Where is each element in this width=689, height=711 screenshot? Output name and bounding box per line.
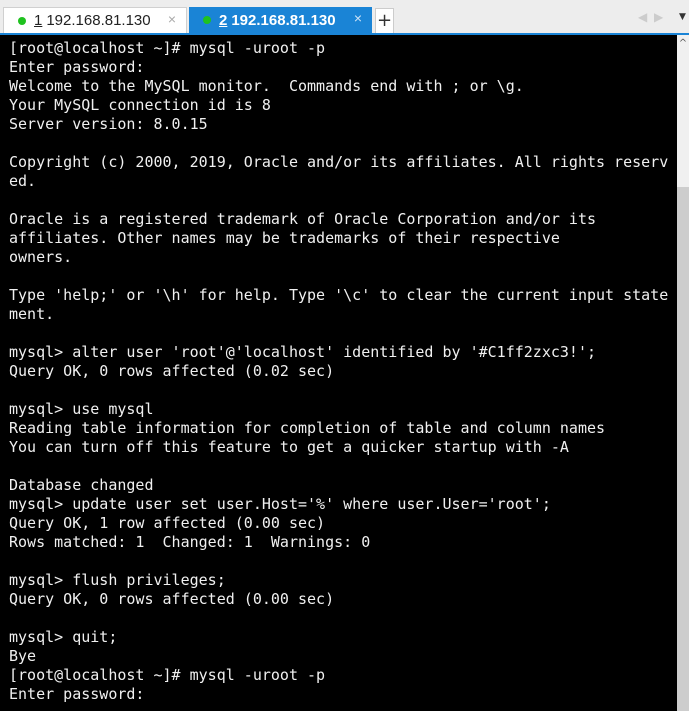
scroll-tabs-right-icon[interactable]: ▶ <box>654 10 663 24</box>
tab-session-1[interactable]: 1 192.168.81.130 × <box>3 7 187 33</box>
terminal-line: Server version: 8.0.15 <box>9 115 208 133</box>
tab-label: 192.168.81.130 <box>231 11 336 29</box>
connected-status-icon <box>203 16 211 24</box>
terminal-line: Copyright (c) 2000, 2019, Oracle and/or … <box>9 153 669 171</box>
terminal-line: owners. <box>9 248 73 266</box>
terminal-line: ment. <box>9 305 55 323</box>
scroll-up-icon[interactable]: ^ <box>677 38 689 49</box>
scrollbar-thumb[interactable] <box>677 187 689 711</box>
vertical-scrollbar[interactable]: ^ <box>677 35 689 711</box>
terminal-line: affiliates. Other names may be trademark… <box>9 229 560 247</box>
new-tab-button[interactable]: + <box>375 8 394 33</box>
tab-label: 192.168.81.130 <box>46 12 151 29</box>
terminal-line: Your MySQL connection id is 8 <box>9 96 271 114</box>
terminal-line: Type 'help;' or '\h' for help. Type '\c'… <box>9 286 669 304</box>
tab-session-2[interactable]: 2 192.168.81.130 × <box>189 7 372 33</box>
terminal-line: [root@localhost ~]# mysql -uroot -p <box>9 39 326 57</box>
terminal-line: Welcome to the MySQL monitor. Commands e… <box>9 77 524 95</box>
terminal-line: Database changed <box>9 476 154 494</box>
terminal-line: [root@localhost ~]# mysql -uroot -p <box>9 666 326 684</box>
terminal-line: Query OK, 0 rows affected (0.02 sec) <box>9 362 335 380</box>
terminal-line: Oracle is a registered trademark of Orac… <box>9 210 596 228</box>
terminal-line: mysql> quit; <box>9 628 118 646</box>
terminal[interactable]: [root@localhost ~]# mysql -uroot -p Enter… <box>0 35 677 711</box>
tab-bar: 1 192.168.81.130 × 2 192.168.81.130 × + … <box>0 0 689 33</box>
scroll-tabs-left-icon[interactable]: ◀ <box>638 10 647 24</box>
tab-number: 2 <box>219 11 228 29</box>
terminal-line: mysql> update user set user.Host='%' whe… <box>9 495 551 513</box>
terminal-line: Rows matched: 1 Changed: 1 Warnings: 0 <box>9 533 371 551</box>
close-icon[interactable]: × <box>354 10 362 26</box>
terminal-line: Enter password: <box>9 685 145 703</box>
close-icon[interactable]: × <box>168 11 176 27</box>
terminal-line: mysql> flush privileges; <box>9 571 226 589</box>
connected-status-icon <box>18 16 26 25</box>
terminal-line: ed. <box>9 172 37 190</box>
terminal-line: mysql> use mysql <box>9 400 154 418</box>
terminal-output: [root@localhost ~]# mysql -uroot -p Enter… <box>9 39 668 704</box>
terminal-line: Query OK, 1 row affected (0.00 sec) <box>9 514 326 532</box>
tab-menu-icon[interactable]: ▼ <box>679 12 686 22</box>
terminal-line: Reading table information for completion… <box>9 419 606 437</box>
terminal-line: Bye <box>9 647 37 665</box>
terminal-line: Query OK, 0 rows affected (0.00 sec) <box>9 590 335 608</box>
terminal-line: Enter password: <box>9 58 145 76</box>
tab-number: 1 <box>34 12 43 29</box>
terminal-line: You can turn off this feature to get a q… <box>9 438 569 456</box>
terminal-line: mysql> alter user 'root'@'localhost' ide… <box>9 343 596 361</box>
